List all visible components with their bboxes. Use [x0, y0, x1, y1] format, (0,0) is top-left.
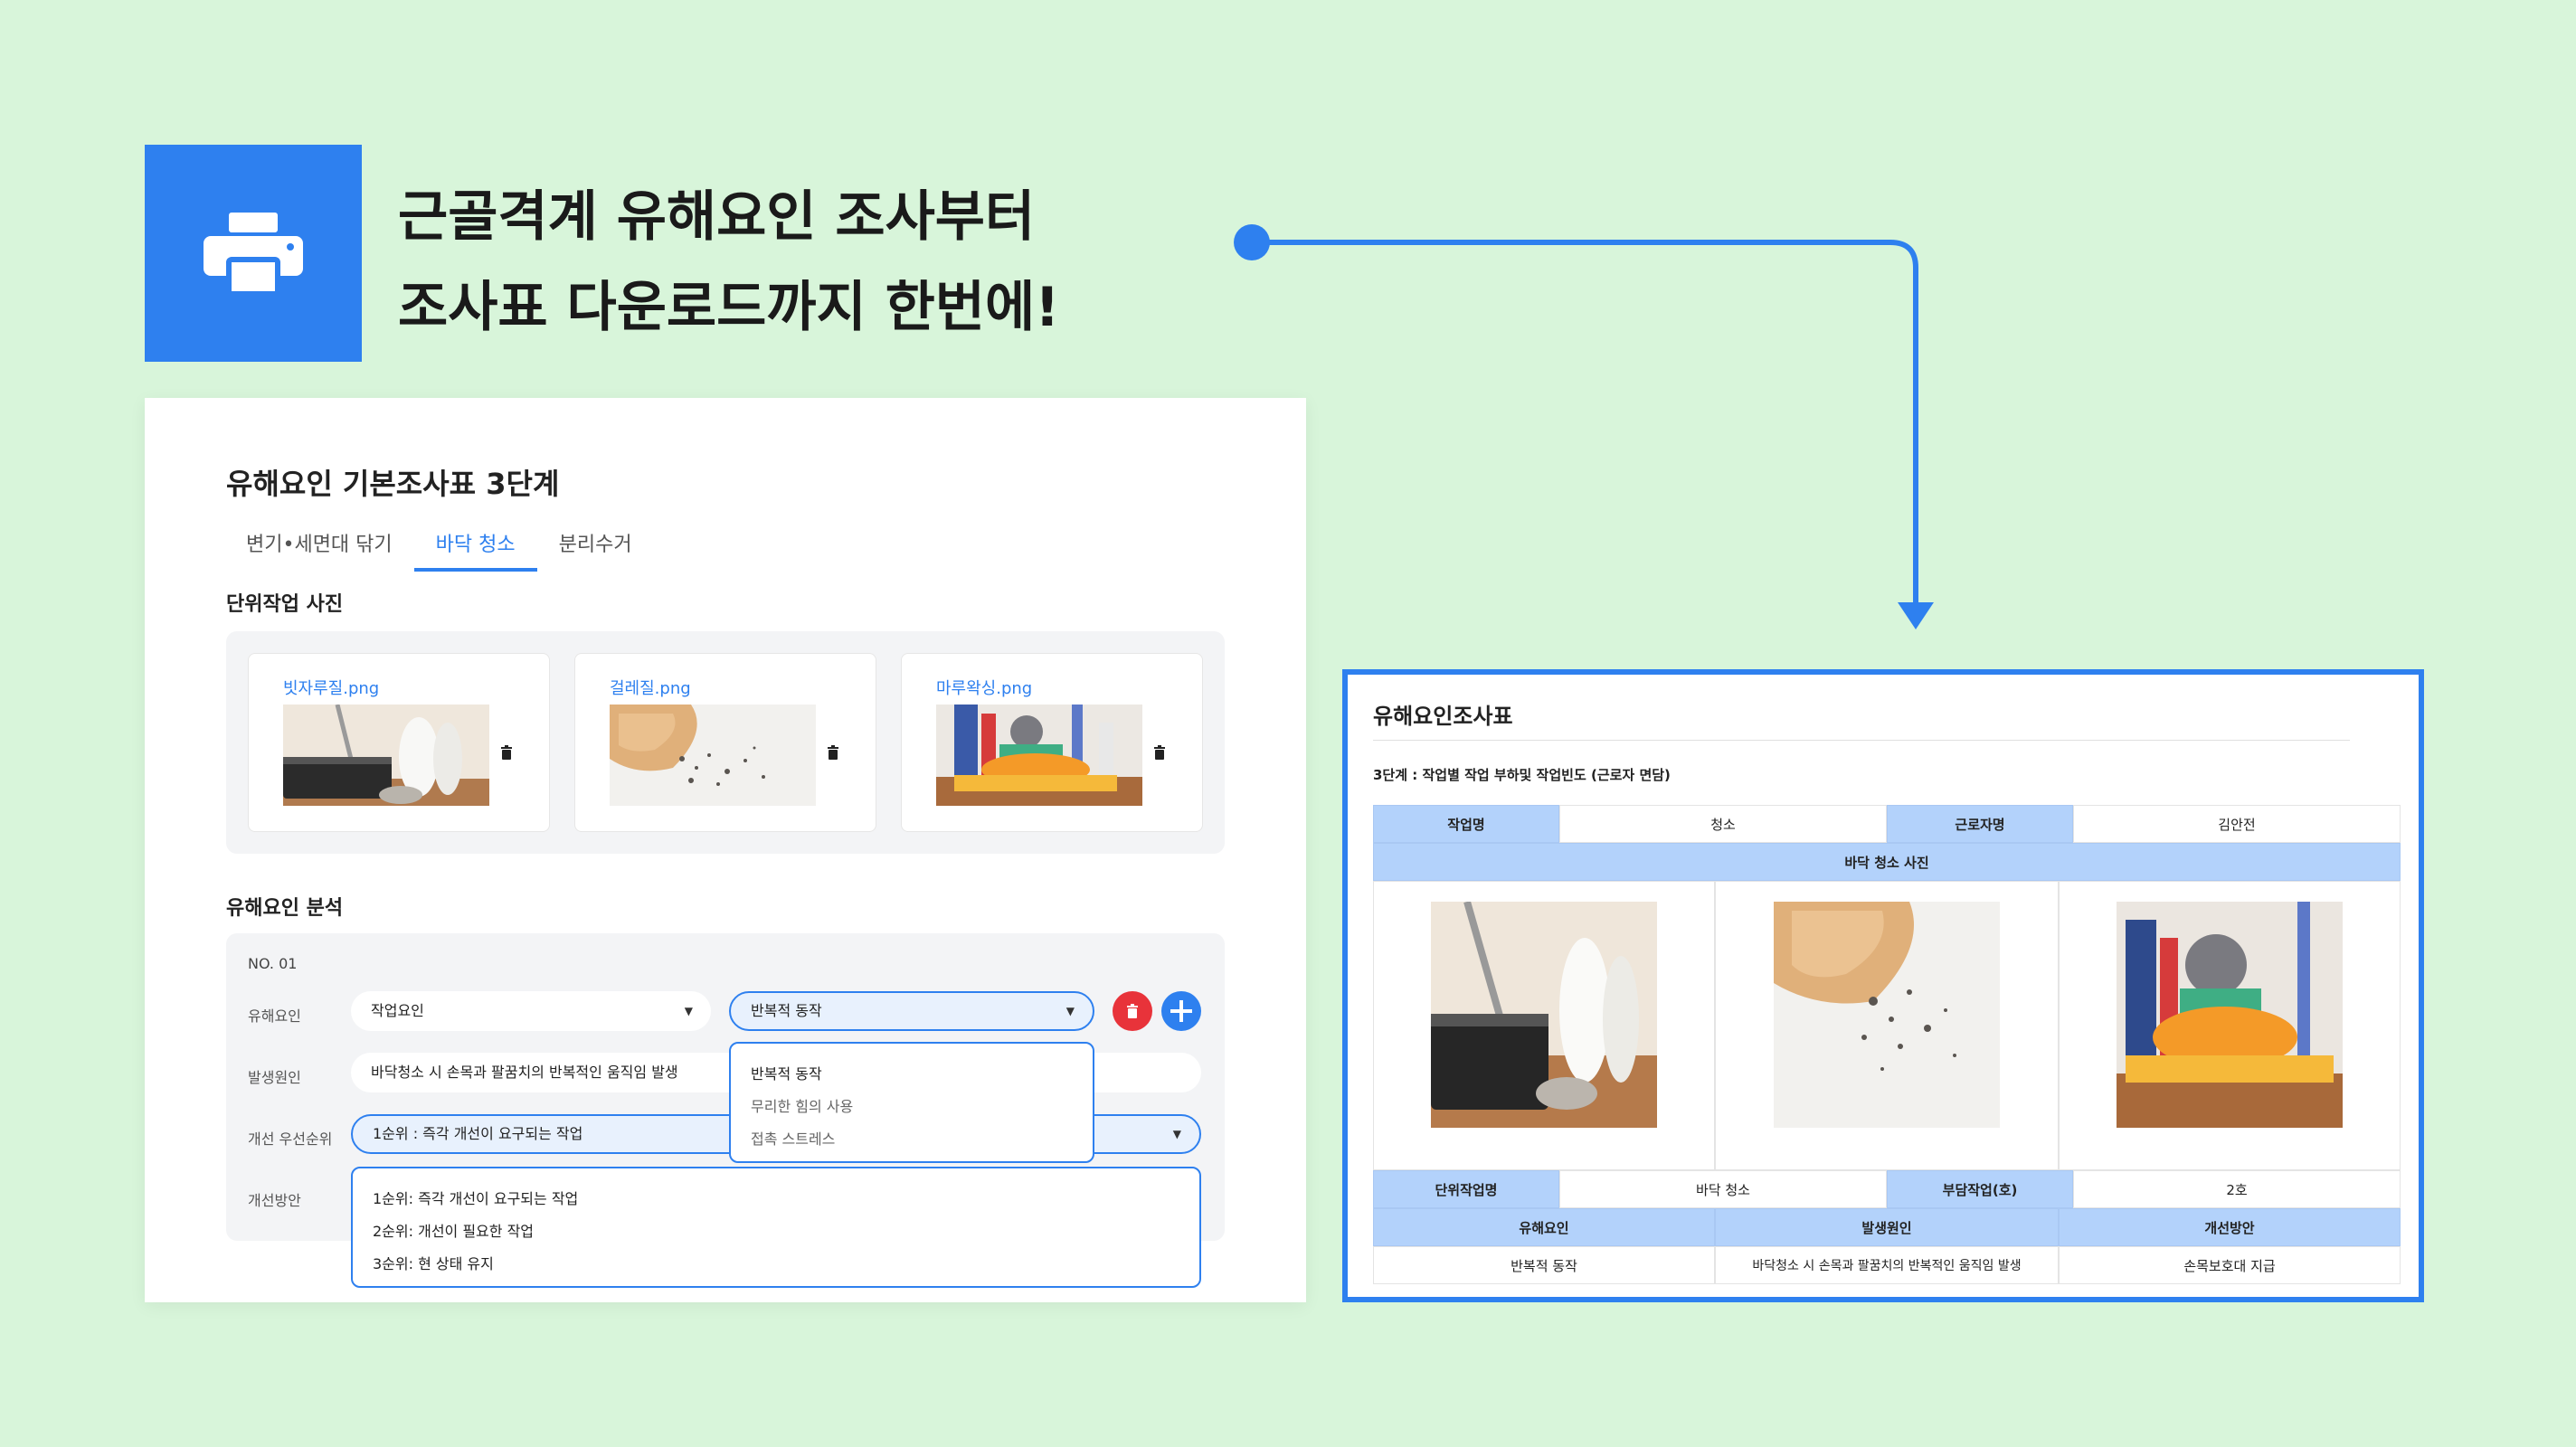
- add-entry-button[interactable]: [1161, 991, 1201, 1031]
- entry-number: NO. 01: [248, 955, 298, 972]
- factor-detail-value: 반복적 동작: [751, 1002, 822, 1019]
- cause-value: 바닥청소 시 손목과 팔꿈치의 반복적인 움직임 발생: [371, 1064, 678, 1081]
- unit-task-header: 단위작업명: [1373, 1170, 1559, 1208]
- trash-icon[interactable]: [498, 742, 515, 762]
- dropdown-option[interactable]: 무리한 힘의 사용: [751, 1094, 853, 1116]
- plan-value: 손목보호대 지급: [2059, 1246, 2401, 1284]
- delete-entry-button[interactable]: [1113, 991, 1152, 1031]
- photos-section-label: 단위작업 사진: [226, 593, 344, 616]
- report-title: 유해요인조사표: [1373, 704, 1513, 729]
- dropdown-option[interactable]: 3순위: 현 상태 유지: [373, 1252, 494, 1273]
- report-photo-cell-mop: [1715, 881, 2059, 1170]
- factor-type-select[interactable]: 작업요인 ▼: [351, 991, 711, 1031]
- photo-filename[interactable]: 마루왁싱.png: [936, 676, 1032, 699]
- plus-icon: [1170, 1000, 1192, 1022]
- priority-value: 1순위 : 즉각 개선이 요구되는 작업: [373, 1125, 583, 1142]
- factor-header: 유해요인: [1373, 1208, 1715, 1246]
- burden-value: 2호: [2073, 1170, 2401, 1208]
- survey-form-panel: 유해요인 기본조사표 3단계 변기•세면대 닦기 바닥 청소 분리수거 단위작업…: [145, 398, 1306, 1302]
- factor-detail-dropdown: 반복적 동작 무리한 힘의 사용 접촉 스트레스: [729, 1042, 1094, 1163]
- unit-task-value: 바닥 청소: [1559, 1170, 1887, 1208]
- caret-down-icon: ▼: [684, 1005, 693, 1017]
- hero-printer-badge: [145, 145, 362, 362]
- tab-toilet-sink[interactable]: 변기•세면대 닦기: [226, 525, 414, 572]
- factor-value: 반복적 동작: [1373, 1246, 1715, 1284]
- photo-thumbnail-broom: [283, 705, 489, 806]
- factor-type-value: 작업요인: [371, 1002, 424, 1019]
- plan-header: 개선방안: [2059, 1208, 2401, 1246]
- form-title: 유해요인 기본조사표 3단계: [226, 467, 560, 501]
- hero-title-line2: 조사표 다운로드까지 한번에!: [398, 276, 1060, 339]
- dropdown-option[interactable]: 2순위: 개선이 필요한 작업: [373, 1219, 534, 1241]
- photo-card-broom: 빗자루질.png: [248, 653, 550, 832]
- worker-header: 근로자명: [1887, 805, 2073, 843]
- factor-label: 유해요인: [248, 1007, 301, 1025]
- caret-down-icon: ▼: [1172, 1128, 1181, 1140]
- hero-title: 근골격계 유해요인 조사부터 조사표 다운로드까지 한번에!: [398, 172, 1060, 353]
- trash-icon: [1127, 1004, 1138, 1018]
- divider: [1373, 740, 2350, 741]
- plan-label: 개선방안: [248, 1192, 301, 1209]
- burden-header: 부담작업(호): [1887, 1170, 2073, 1208]
- dropdown-option[interactable]: 반복적 동작: [751, 1062, 822, 1083]
- photo-header: 바닥 청소 사진: [1373, 843, 2401, 881]
- report-subtitle: 3단계 : 작업별 작업 부하및 작업빈도 (근로자 면담): [1373, 767, 1671, 783]
- dropdown-option[interactable]: 1순위: 즉각 개선이 요구되는 작업: [373, 1187, 578, 1208]
- trash-icon[interactable]: [825, 742, 841, 762]
- photo-upload-area: 빗자루질.png 걸레질.png 마루왁싱.png: [226, 631, 1225, 854]
- hero-title-line1: 근골격계 유해요인 조사부터: [398, 185, 1036, 249]
- report-photo-cell-waxing: [2059, 881, 2401, 1170]
- trash-icon[interactable]: [1151, 742, 1168, 762]
- photo-thumbnail-mop: [610, 705, 816, 806]
- caret-down-icon: ▼: [1065, 1005, 1075, 1017]
- photo-filename[interactable]: 빗자루질.png: [283, 676, 379, 699]
- tab-recycling[interactable]: 분리수거: [537, 525, 654, 572]
- photo-card-mop: 걸레질.png: [574, 653, 876, 832]
- analysis-section-label: 유해요인 분석: [226, 897, 344, 920]
- cause-header: 발생원인: [1715, 1208, 2059, 1246]
- report-photo-waxing: [2117, 902, 2343, 1128]
- work-name-value: 청소: [1559, 805, 1887, 843]
- report-photo-mop: [1774, 902, 2000, 1128]
- photo-filename[interactable]: 걸레질.png: [610, 676, 691, 699]
- report-photo-broom: [1431, 902, 1657, 1128]
- dropdown-option[interactable]: 접촉 스트레스: [751, 1127, 835, 1149]
- cause-label: 발생원인: [248, 1069, 301, 1086]
- report-photo-cell-broom: [1373, 881, 1715, 1170]
- printer-icon: [204, 213, 303, 294]
- priority-label: 개선 우선순위: [248, 1130, 333, 1148]
- tab-floor-cleaning[interactable]: 바닥 청소: [413, 525, 537, 572]
- worker-value: 김안전: [2073, 805, 2401, 843]
- priority-dropdown: 1순위: 즉각 개선이 요구되는 작업 2순위: 개선이 필요한 작업 3순위:…: [351, 1167, 1201, 1288]
- cause-value: 바닥청소 시 손목과 팔꿈치의 반복적인 움직임 발생: [1715, 1246, 2059, 1284]
- photo-card-waxing: 마루왁싱.png: [901, 653, 1203, 832]
- photo-thumbnail-waxing: [936, 705, 1142, 806]
- task-tabs: 변기•세면대 닦기 바닥 청소 분리수거: [226, 525, 654, 572]
- factor-detail-select[interactable]: 반복적 동작 ▼: [729, 991, 1094, 1031]
- survey-report-preview: 유해요인조사표 3단계 : 작업별 작업 부하및 작업빈도 (근로자 면담) 작…: [1342, 669, 2424, 1302]
- work-name-header: 작업명: [1373, 805, 1559, 843]
